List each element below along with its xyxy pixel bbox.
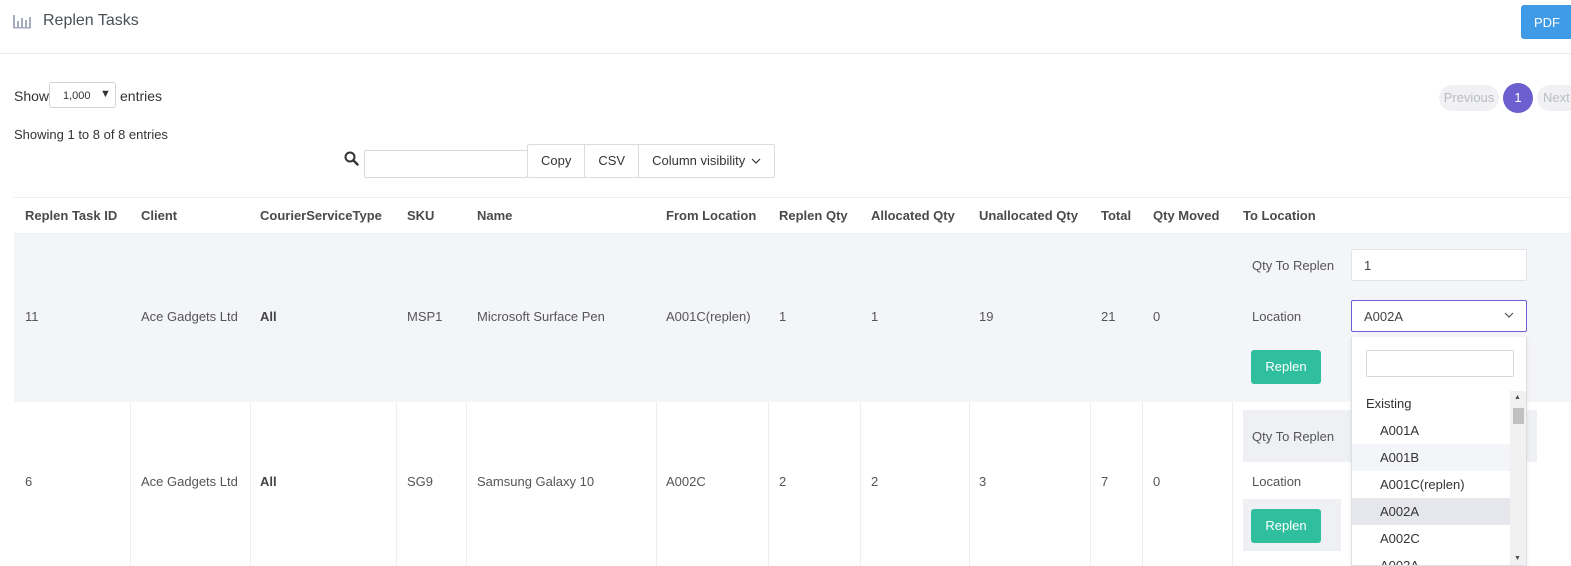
cell-total: 7: [1101, 474, 1109, 489]
column-visibility-label: Column visibility: [652, 153, 746, 168]
location-label: Location: [1252, 474, 1302, 489]
location-dropdown: Existing A001A A001B A001C(replen) A002A…: [1351, 337, 1527, 566]
col-courier-service-type[interactable]: CourierServiceType: [260, 208, 382, 223]
col-to-location[interactable]: To Location: [1243, 208, 1316, 223]
cell-qty-moved: 0: [1153, 309, 1161, 324]
export-button-group: Copy CSV Column visibility: [527, 144, 775, 178]
cell-id: 11: [25, 309, 39, 324]
cell-from-location: A002C: [666, 474, 706, 489]
dropdown-search-input[interactable]: [1366, 350, 1514, 377]
scrollbar-thumb[interactable]: [1513, 408, 1524, 424]
col-sku[interactable]: SKU: [407, 208, 434, 223]
page-header: Replen Tasks PDF: [0, 0, 1571, 54]
replen-button[interactable]: Replen: [1251, 350, 1321, 384]
show-label: Show: [14, 88, 50, 104]
location-label: Location: [1252, 309, 1302, 324]
dropdown-option[interactable]: A001A: [1352, 417, 1510, 444]
cell-total: 21: [1101, 309, 1116, 324]
dropdown-option-selected[interactable]: A002A: [1352, 498, 1510, 525]
cell-allocated-qty: 1: [871, 309, 879, 324]
col-name[interactable]: Name: [477, 208, 512, 223]
dropdown-group-label: Existing: [1366, 396, 1412, 411]
cell-replen-qty: 2: [779, 474, 787, 489]
col-unallocated-qty[interactable]: Unallocated Qty: [979, 208, 1078, 223]
cell-sku: SG9: [407, 474, 434, 489]
pagination-previous[interactable]: Previous: [1439, 85, 1499, 111]
col-replen-task-id[interactable]: Replen Task ID: [25, 208, 117, 223]
pagination-next[interactable]: Next: [1537, 85, 1571, 111]
location-select-value: A002A: [1364, 309, 1404, 324]
cell-replen-qty: 1: [779, 309, 787, 324]
dropdown-scrollbar[interactable]: ▲ ▼: [1510, 391, 1526, 565]
cell-client: Ace Gadgets Ltd: [141, 474, 238, 489]
entries-select-value: 1,000: [63, 90, 91, 102]
page-title: Replen Tasks: [43, 12, 139, 29]
col-total[interactable]: Total: [1101, 208, 1131, 223]
replen-button[interactable]: Replen: [1251, 509, 1321, 543]
col-replen-qty[interactable]: Replen Qty: [779, 208, 848, 223]
table-header: Replen Task ID Client CourierServiceType…: [14, 197, 1571, 234]
dropdown-option[interactable]: A003A: [1352, 552, 1510, 565]
cell-courier: All: [260, 309, 277, 324]
bar-chart-icon: [13, 15, 31, 29]
cell-allocated-qty: 2: [871, 474, 879, 489]
scroll-up-icon[interactable]: ▲: [1514, 394, 1521, 401]
search-icon: [344, 151, 359, 166]
cell-name: Microsoft Surface Pen: [477, 309, 605, 324]
col-client[interactable]: Client: [141, 208, 177, 223]
table-info: Showing 1 to 8 of 8 entries: [14, 127, 168, 142]
col-allocated-qty[interactable]: Allocated Qty: [871, 208, 955, 223]
table-row: 6 Ace Gadgets Ltd All SG9 Samsung Galaxy…: [14, 402, 1571, 566]
location-select[interactable]: A002A: [1351, 300, 1527, 332]
replen-table: Replen Task ID Client CourierServiceType…: [14, 197, 1571, 566]
pagination-page-1[interactable]: 1: [1503, 83, 1533, 113]
scroll-down-icon[interactable]: ▼: [1514, 555, 1521, 562]
column-visibility-button[interactable]: Column visibility: [639, 145, 774, 177]
cell-client: Ace Gadgets Ltd: [141, 309, 238, 324]
cell-name: Samsung Galaxy 10: [477, 474, 595, 489]
cell-sku: MSP1: [407, 309, 443, 324]
cell-id: 6: [25, 474, 33, 489]
qty-to-replen-label: Qty To Replen: [1252, 429, 1335, 444]
cell-from-location: A001C(replen): [666, 309, 751, 324]
dropdown-option[interactable]: A001B: [1352, 444, 1510, 471]
csv-button[interactable]: CSV: [585, 145, 640, 177]
cell-unallocated-qty: 19: [979, 309, 994, 324]
dropdown-option[interactable]: A002C: [1352, 525, 1510, 552]
table-row: 11 Ace Gadgets Ltd All MSP1 Microsoft Su…: [14, 234, 1571, 402]
cell-courier: All: [260, 474, 277, 489]
dropdown-option[interactable]: A001C(replen): [1352, 471, 1510, 498]
entries-label: entries: [120, 88, 163, 104]
pdf-button[interactable]: PDF: [1521, 5, 1571, 39]
cell-unallocated-qty: 3: [979, 474, 987, 489]
qty-to-replen-label: Qty To Replen: [1252, 258, 1335, 273]
col-qty-moved[interactable]: Qty Moved: [1153, 208, 1219, 223]
entries-select[interactable]: 1,000 ▼: [49, 82, 116, 108]
page: Replen Tasks PDF Show 1,000 ▼ entries Sh…: [0, 0, 1571, 566]
qty-to-replen-input[interactable]: 1: [1351, 249, 1527, 281]
chevron-down-icon: ▼: [100, 88, 111, 100]
col-from-location[interactable]: From Location: [666, 208, 756, 223]
cell-qty-moved: 0: [1153, 474, 1161, 489]
copy-button[interactable]: Copy: [528, 145, 586, 177]
chevron-down-icon: [751, 158, 761, 164]
search-input[interactable]: [364, 150, 528, 178]
chevron-down-icon: [1504, 312, 1514, 318]
